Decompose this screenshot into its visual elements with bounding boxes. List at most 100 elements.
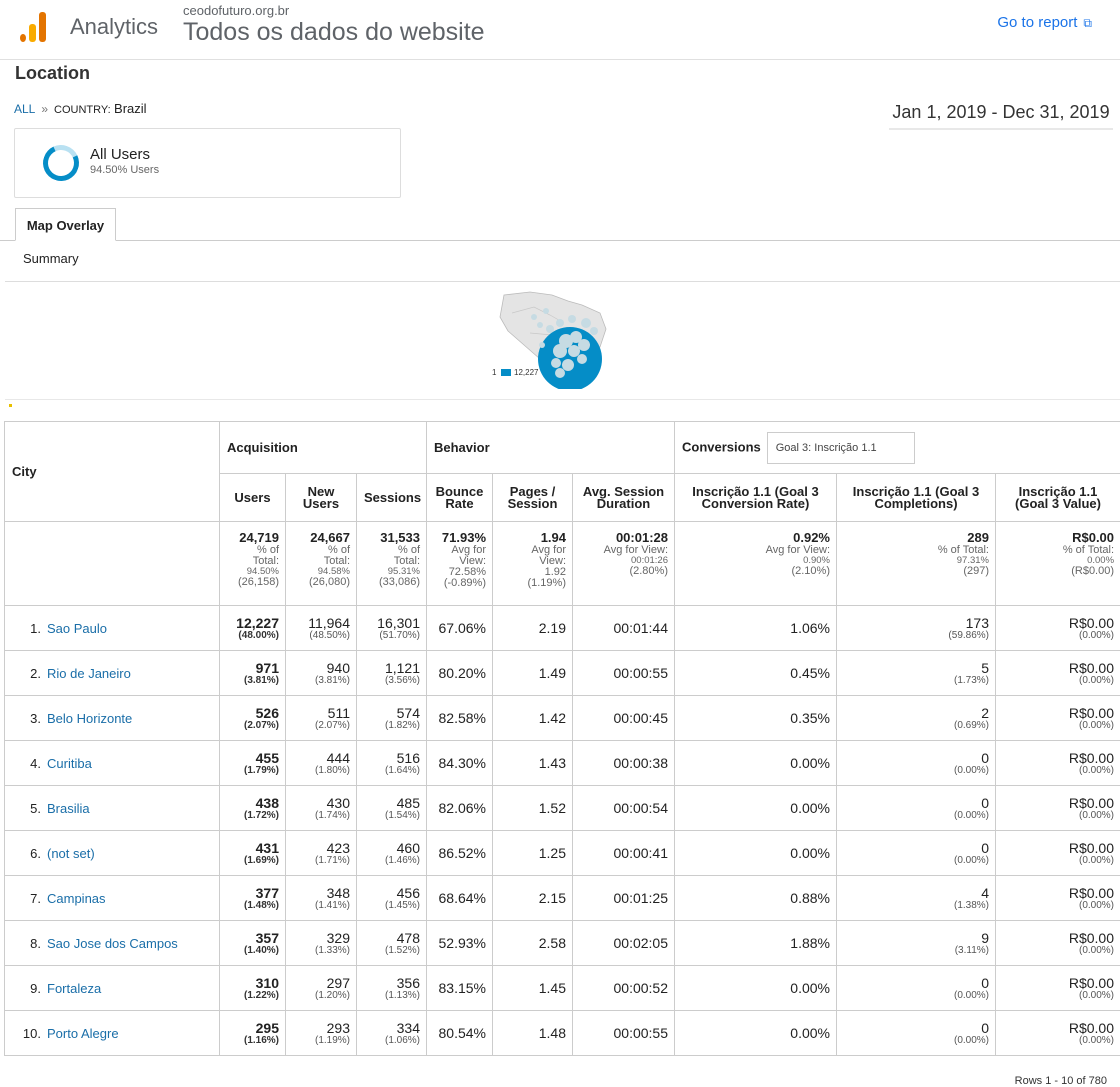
group-conversions: Conversions Goal 3: Inscrição 1.1 [673, 421, 1120, 474]
completions-cell: 9 (3.11%) [836, 920, 996, 966]
new-users-cell: 423 (1.71%) [285, 830, 357, 876]
users-cell: 438 (1.72%) [219, 785, 286, 831]
table-row: 2. Rio de Janeiro 971 (3.81%) 940 (3.81%) 1… [4, 650, 1120, 696]
duration-cell: 00:02:05 [572, 920, 675, 966]
completions-cell: 0 (0.00%) [836, 965, 996, 1011]
completions-cell: 0 (0.00%) [836, 740, 996, 786]
duration-cell: 00:01:25 [572, 875, 675, 921]
col-city[interactable]: City [4, 421, 220, 522]
legend-max: 12,227 [514, 368, 539, 377]
row-number: 7. [30, 890, 41, 906]
sessions-cell: 1,121 (3.56%) [356, 650, 427, 696]
goal-select[interactable]: Goal 3: Inscrição 1.1 [766, 431, 915, 464]
city-link[interactable]: Belo Horizonte [47, 711, 132, 726]
city-link[interactable]: Campinas [47, 891, 106, 906]
goal-value-cell: R$0.00 (0.00%) [994, 695, 1120, 741]
table-row: 10. Porto Alegre 295 (1.16%) 293 (1.19%) 33… [4, 1010, 1120, 1056]
table-row: 8. Sao Jose dos Campos 357 (1.40%) 329 (1.3… [4, 920, 1120, 966]
sessions-cell: 334 (1.06%) [356, 1010, 427, 1056]
page-title: Location [15, 63, 90, 83]
total-pages: 1.94 Avg for View: 1.92 (1.19%) [492, 521, 573, 606]
col-bounce-rate[interactable]: Bounce Rate [426, 473, 493, 522]
new-users-cell: 293 (1.19%) [285, 1010, 357, 1056]
sessions-cell: 356 (1.13%) [356, 965, 427, 1011]
pages-cell: 1.43 [492, 740, 573, 786]
city-link[interactable]: (not set) [47, 846, 95, 861]
conversion-rate-cell: 0.00% [674, 965, 837, 1011]
table-row: 9. Fortaleza 310 (1.22%) 297 (1.20%) 356 (1.… [4, 965, 1120, 1011]
duration-cell: 00:00:38 [572, 740, 675, 786]
group-acquisition: Acquisition [219, 421, 427, 474]
table-row: 1. Sao Paulo 12,227 (48.00%) 11,964 (48.50%… [4, 605, 1120, 651]
total-bounce: 71.93% Avg for View: 72.58% (-0.89%) [426, 521, 493, 606]
divider [5, 281, 1120, 282]
segment-ring-icon [37, 139, 85, 187]
row-number: 8. [30, 935, 41, 951]
duration-cell: 00:00:41 [572, 830, 675, 876]
users-cell: 526 (2.07%) [219, 695, 286, 741]
external-link-icon: ⧉ [1083, 16, 1092, 30]
row-number: 5. [30, 800, 41, 816]
date-range-picker[interactable]: Jan 1, 2019 - Dec 31, 2019 [889, 102, 1113, 130]
city-link[interactable]: Sao Jose dos Campos [47, 936, 178, 951]
tab-summary[interactable]: Summary [23, 251, 79, 266]
sessions-cell: 516 (1.64%) [356, 740, 427, 786]
users-cell: 357 (1.40%) [219, 920, 286, 966]
sessions-cell: 456 (1.45%) [356, 875, 427, 921]
table-row: 5. Brasilia 438 (1.72%) 430 (1.74%) 485 (1.5… [4, 785, 1120, 831]
users-cell: 12,227 (48.00%) [219, 605, 286, 651]
col-pages-session[interactable]: Pages / Session [492, 473, 573, 522]
pages-cell: 1.45 [492, 965, 573, 1011]
col-avg-duration[interactable]: Avg. Session Duration [572, 473, 675, 522]
bounce-cell: 83.15% [426, 965, 493, 1011]
col-sessions[interactable]: Sessions [356, 473, 427, 522]
segment-name: All Users [90, 146, 151, 163]
table-row: 7. Campinas 377 (1.48%) 348 (1.41%) 456 (1.4… [4, 875, 1120, 921]
goal-value-cell: R$0.00 (0.00%) [994, 740, 1120, 786]
city-link[interactable]: Rio de Janeiro [47, 666, 131, 681]
bounce-cell: 67.06% [426, 605, 493, 651]
sessions-cell: 574 (1.82%) [356, 695, 427, 741]
pages-cell: 1.49 [492, 650, 573, 696]
col-conversion-rate[interactable]: Inscrição 1.1 (Goal 3 Conversion Rate) [674, 473, 837, 522]
col-users[interactable]: Users [219, 473, 286, 522]
city-cell: 8. Sao Jose dos Campos [4, 920, 220, 966]
breadcrumb-all-link[interactable]: ALL [14, 102, 35, 116]
conversion-rate-cell: 0.00% [674, 830, 837, 876]
city-cell: 1. Sao Paulo [4, 605, 220, 651]
new-users-cell: 940 (3.81%) [285, 650, 357, 696]
col-goal-value[interactable]: Inscrição 1.1 (Goal 3 Value) [994, 473, 1120, 522]
completions-cell: 0 (0.00%) [836, 830, 996, 876]
city-link[interactable]: Curitiba [47, 756, 92, 771]
users-cell: 377 (1.48%) [219, 875, 286, 921]
city-link[interactable]: Porto Alegre [47, 1026, 119, 1041]
city-cell: 3. Belo Horizonte [4, 695, 220, 741]
col-completions[interactable]: Inscrição 1.1 (Goal 3 Completions) [836, 473, 996, 522]
new-users-cell: 348 (1.41%) [285, 875, 357, 921]
duration-cell: 00:01:44 [572, 605, 675, 651]
tab-map-overlay[interactable]: Map Overlay [15, 208, 116, 241]
duration-cell: 00:00:55 [572, 1010, 675, 1056]
pages-cell: 2.19 [492, 605, 573, 651]
totals-row: 24,719% of Total: 94.50% (26,158) 24,667% o… [4, 521, 1120, 606]
duration-cell: 00:00:52 [572, 965, 675, 1011]
users-cell: 971 (3.81%) [219, 650, 286, 696]
table-row: 3. Belo Horizonte 526 (2.07%) 511 (2.07%) 5… [4, 695, 1120, 741]
conversions-label: Conversions [682, 438, 761, 454]
brazil-map: 1 12,227 [492, 291, 607, 391]
report-tabs: Map Overlay [0, 208, 1120, 241]
account-name: ceodofuturo.org.br [183, 3, 290, 18]
city-link[interactable]: Brasilia [47, 801, 90, 816]
col-new-users[interactable]: New Users [285, 473, 357, 522]
conversion-rate-cell: 1.06% [674, 605, 837, 651]
total-goal-value: R$0.00% of Total: 0.00% (R$0.00) [994, 521, 1120, 606]
map-overlay[interactable]: 1 12,227 [490, 289, 615, 391]
view-name: Todos os dados do website [183, 18, 485, 46]
city-link[interactable]: Fortaleza [47, 981, 101, 996]
go-to-report-link[interactable]: Go to report ⧉ [997, 14, 1092, 31]
segment-card[interactable]: All Users 94.50% Users [14, 128, 401, 198]
users-cell: 310 (1.22%) [219, 965, 286, 1011]
new-users-cell: 444 (1.80%) [285, 740, 357, 786]
city-link[interactable]: Sao Paulo [47, 621, 107, 636]
pages-cell: 1.48 [492, 1010, 573, 1056]
